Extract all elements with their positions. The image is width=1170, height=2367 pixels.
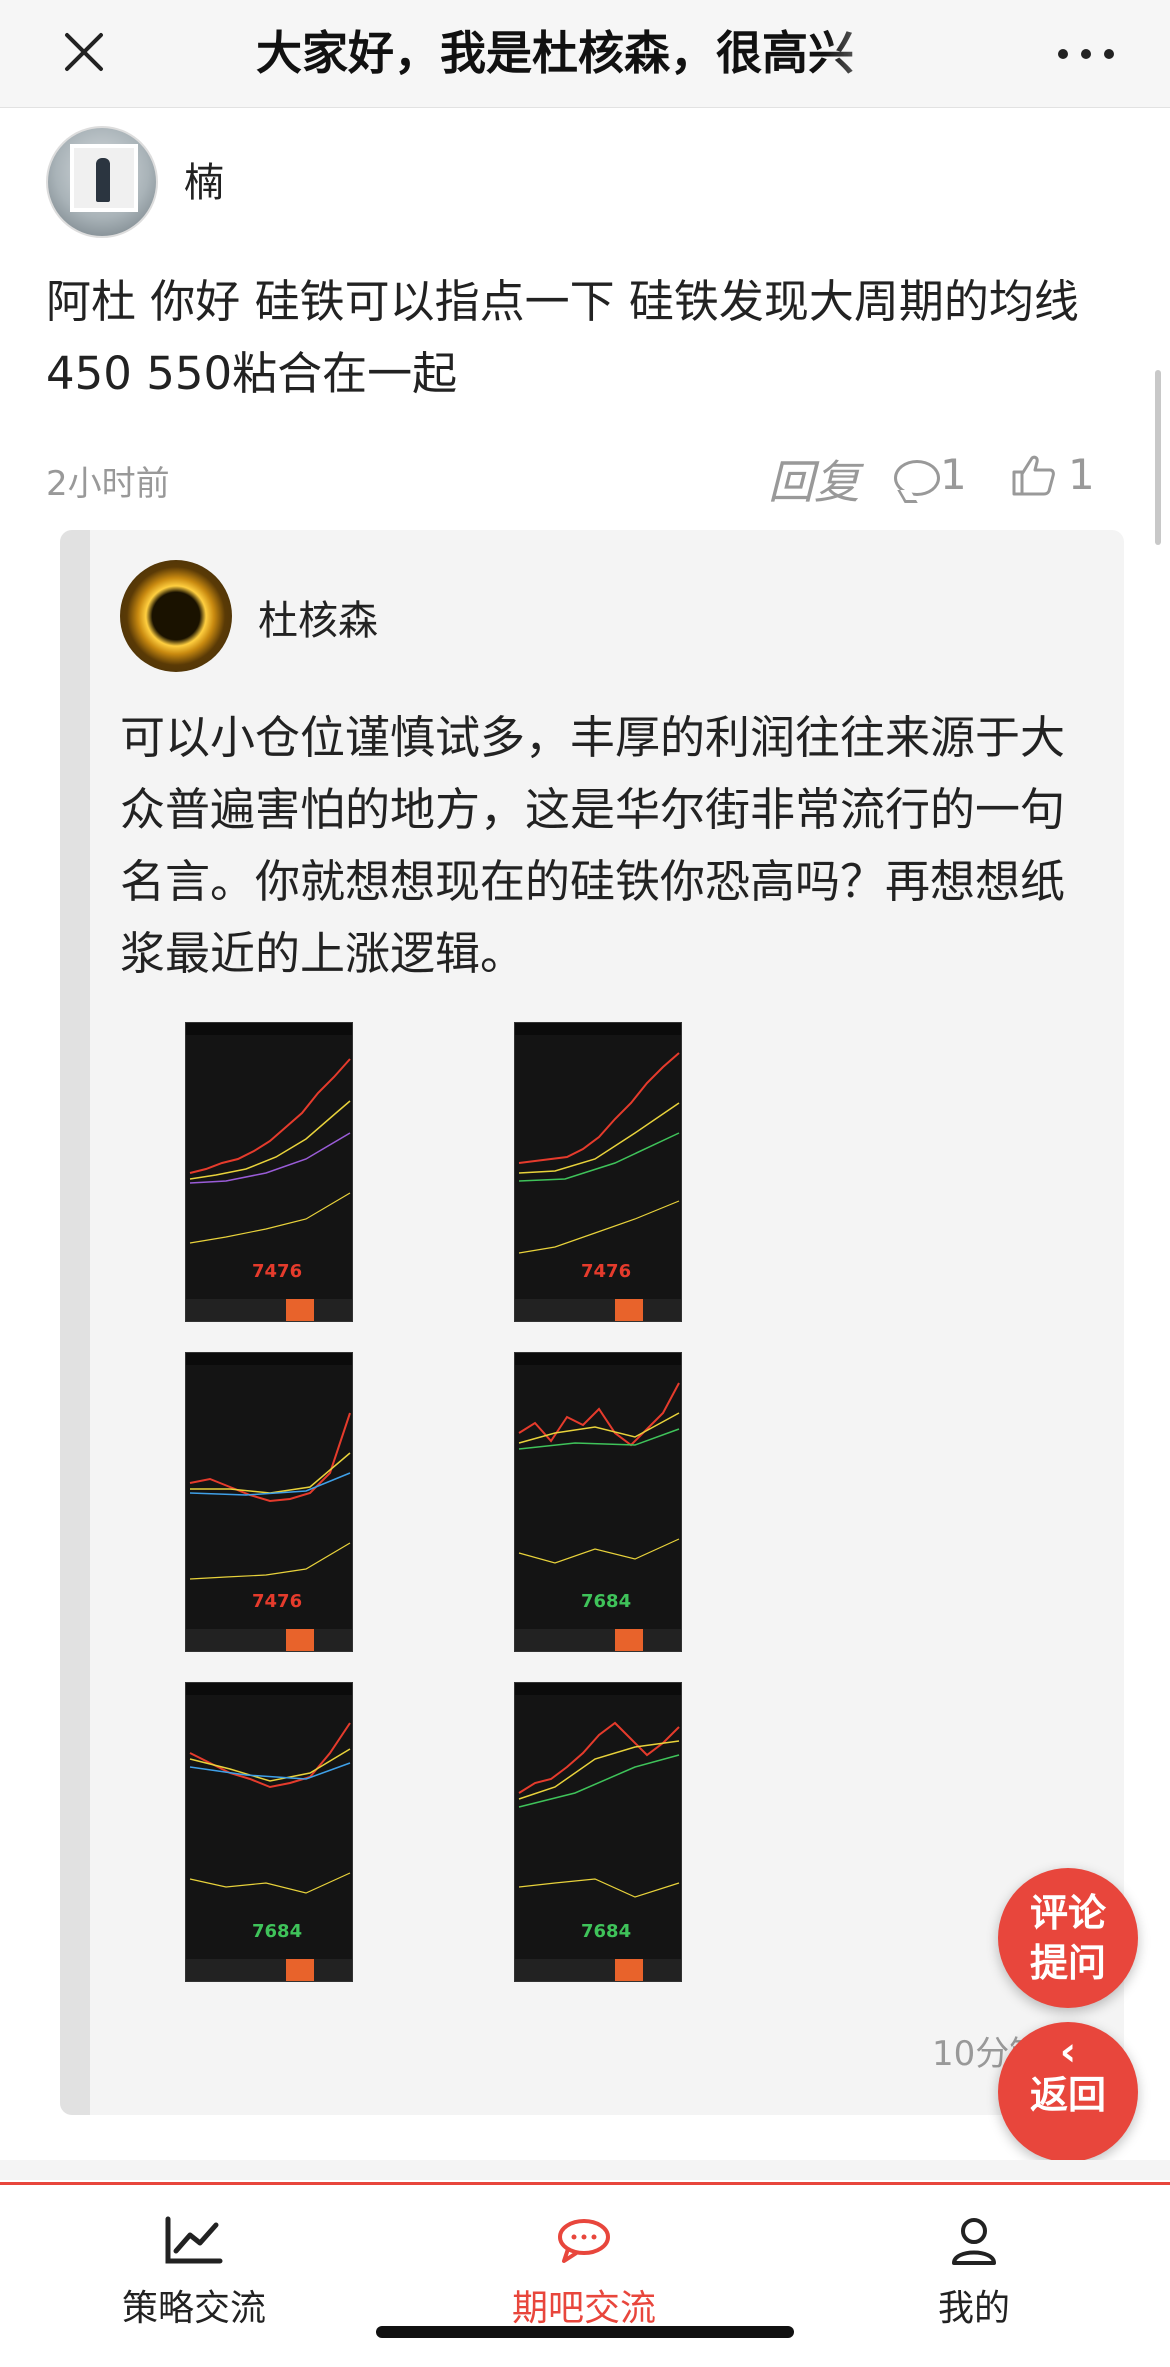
chart-screenshot-thumb[interactable]: 7476: [185, 1352, 353, 1652]
chevron-left-icon: ‹: [1059, 2029, 1077, 2075]
chart-screenshot-thumb[interactable]: 7684: [514, 1682, 682, 1982]
bottom-nav: 策略交流 期吧交流 我的: [0, 2182, 1170, 2367]
post-username[interactable]: 楠: [184, 150, 224, 208]
fab-comment-label-2: 提问: [1029, 1941, 1106, 1985]
like-count: 1: [1068, 450, 1095, 499]
reply-quote-bar: [60, 530, 90, 2115]
comment-count: 1: [940, 450, 967, 499]
chart-price: 7684: [581, 1921, 632, 1942]
nav-item-strategy[interactable]: 策略交流: [74, 2215, 314, 2331]
chart-screenshot-thumb[interactable]: 7684: [185, 1682, 353, 1982]
page-title: 大家好，我是杜核森，很高兴: [256, 26, 854, 80]
more-options-icon[interactable]: [1050, 24, 1122, 84]
chart-screenshot-thumb[interactable]: 7684: [514, 1352, 682, 1652]
chart-price: 7476: [252, 1591, 303, 1612]
chart-price: 7684: [581, 1591, 632, 1612]
nav-label-forum: 期吧交流: [511, 2288, 656, 2329]
nav-item-mine[interactable]: 我的: [854, 2215, 1094, 2331]
back-label: 返回: [1029, 2073, 1106, 2117]
thumbs-up-icon[interactable]: [1010, 452, 1056, 498]
nav-item-forum[interactable]: 期吧交流: [464, 2215, 704, 2331]
scrollbar[interactable]: [1155, 370, 1161, 545]
comment-question-button[interactable]: 评论 提问: [998, 1868, 1138, 2008]
back-button[interactable]: ‹ 返回: [998, 2022, 1138, 2162]
section-divider: [0, 2160, 1170, 2180]
reply-text: 可以小仓位谨慎试多，丰厚的利润往往来源于大众普遍害怕的地方，这是华尔街非常流行的…: [120, 711, 1066, 980]
top-bar: 大家好，我是杜核森，很高兴: [0, 0, 1170, 108]
author-avatar[interactable]: [120, 560, 232, 672]
reply-author-name[interactable]: 杜核森: [258, 588, 378, 646]
fab-comment-label-1: 评论: [1029, 1891, 1106, 1935]
nav-label-strategy: 策略交流: [121, 2288, 266, 2329]
user-avatar[interactable]: [46, 126, 158, 238]
chart-price: 7684: [252, 1921, 303, 1942]
nav-label-mine: 我的: [937, 2288, 1010, 2329]
chat-bubble-icon: [558, 2219, 610, 2263]
chart-price: 7476: [252, 1261, 303, 1282]
reply-button[interactable]: 回复: [768, 446, 860, 512]
post-text: 阿杜 你好 硅铁可以指点一下 硅铁发现大周期的均线450 550粘合在一起: [46, 275, 1079, 400]
comment-icon[interactable]: [894, 460, 940, 496]
chart-screenshot-thumb[interactable]: 7476: [185, 1022, 353, 1322]
chart-screenshot-thumb[interactable]: 7476: [514, 1022, 682, 1322]
chart-price: 7476: [581, 1261, 632, 1282]
close-icon[interactable]: [48, 16, 120, 88]
post-timestamp: 2小时前: [46, 464, 170, 504]
home-indicator[interactable]: [376, 2326, 794, 2338]
chart-trend-icon: [165, 2216, 223, 2264]
person-icon: [952, 2218, 996, 2265]
